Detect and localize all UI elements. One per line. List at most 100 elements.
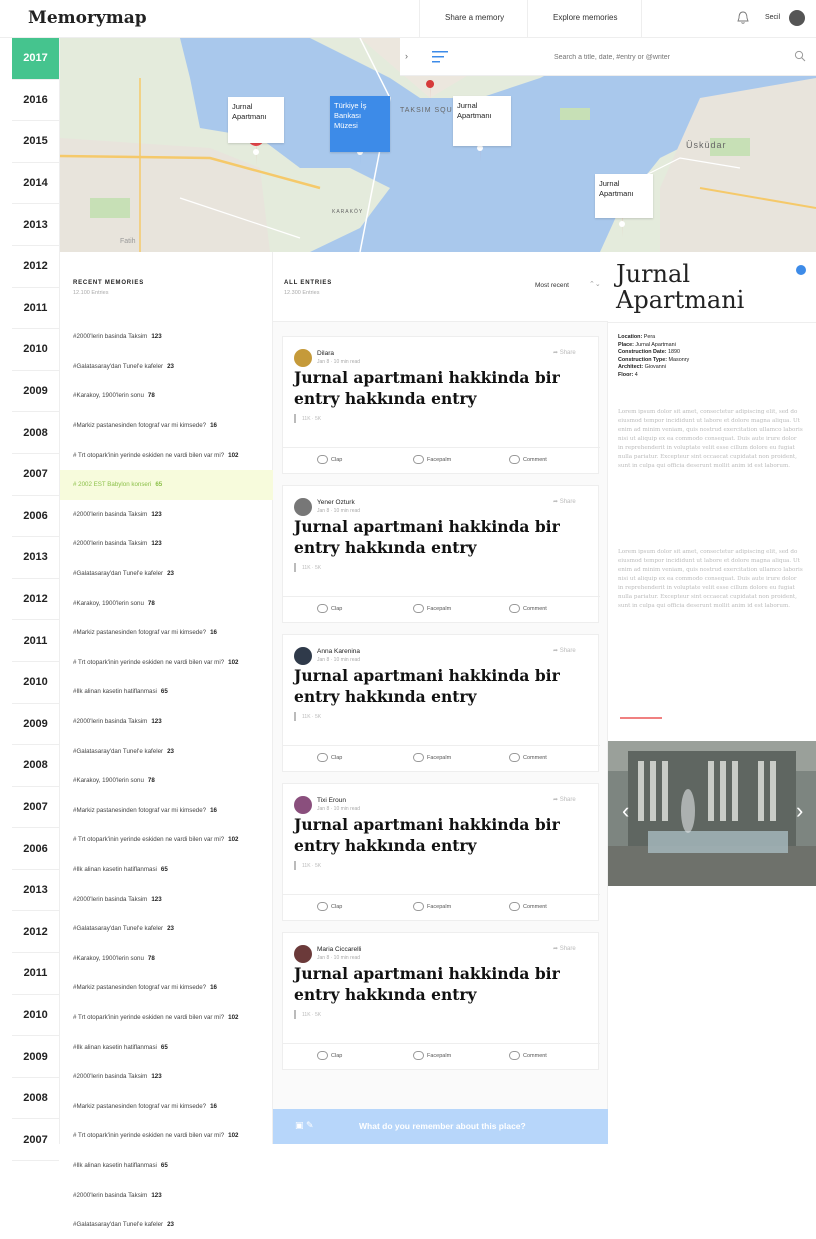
year-item-2016[interactable]: 2016 [12, 80, 59, 122]
memory-list-item[interactable]: #Karakoy, 1900'lerin sonu 78 [60, 766, 273, 796]
author-name[interactable]: Dilara [317, 350, 334, 357]
facepalm-button[interactable]: Facepalm [413, 753, 451, 762]
year-item-2013[interactable]: 2013 [12, 204, 59, 246]
chevron-right-icon[interactable]: › [405, 51, 408, 61]
share-button[interactable]: ➦ Share [553, 796, 576, 803]
entry-card[interactable]: Maria Ciccarelli Jan 8 · 10 min read ➦ Sha… [282, 932, 600, 1070]
memory-list-item[interactable]: #Galatasaray'dan Tunel'e kafeler 23 [60, 352, 273, 382]
facepalm-button[interactable]: Facepalm [413, 902, 451, 911]
map-pin-label-2[interactable]: Türkiye İş Bankası Müzesi [330, 96, 390, 152]
year-item-2010[interactable]: 2010 [12, 662, 59, 704]
entry-card[interactable]: Tixi Eroun Jan 8 · 10 min read ➦ Share Jurn… [282, 783, 600, 921]
memory-list-item[interactable]: #Karakoy, 1900'lerin sonu 78 [60, 943, 273, 973]
carousel-prev-icon[interactable]: ‹ [622, 798, 629, 824]
year-item-2015[interactable]: 2015 [12, 121, 59, 163]
year-item-2011[interactable]: 2011 [12, 288, 59, 330]
memory-list-item[interactable]: #Ilk alinan kasetin hatiflanmasi 65 [60, 1032, 273, 1062]
user-avatar[interactable] [789, 10, 805, 26]
entry-card[interactable]: Yener Ozturk Jan 8 · 10 min read ➦ Share Ju… [282, 485, 600, 623]
share-button[interactable]: ➦ Share [553, 349, 576, 356]
map-pin-label-4[interactable]: Jurnal Apartmanı [595, 174, 653, 218]
year-item-2010[interactable]: 2010 [12, 329, 59, 371]
memory-list-item[interactable]: #Galatasaray'dan Tunel'e kafeler 23 [60, 1210, 273, 1239]
year-item-2012[interactable]: 2012 [12, 911, 59, 954]
sort-chevron-icon[interactable]: ⌃⌄ [589, 280, 601, 288]
compose-placeholder[interactable]: What do you remember about this place? [359, 1121, 526, 1131]
entry-card[interactable]: Anna Karenina Jan 8 · 10 min read ➦ Share J… [282, 634, 600, 772]
author-name[interactable]: Yener Ozturk [317, 499, 355, 506]
memory-list-item[interactable]: #Karakoy, 1900'lerin sonu 78 [60, 381, 273, 411]
entry-title[interactable]: Jurnal apartmani hakkinda bir entry hakk… [294, 516, 584, 558]
year-item-2008[interactable]: 2008 [12, 412, 59, 454]
author-avatar[interactable] [294, 945, 312, 963]
year-item-2006[interactable]: 2006 [12, 496, 59, 538]
entry-card[interactable]: Dilara Jan 8 · 10 min read ➦ Share Jurnal a… [282, 336, 600, 474]
year-item-2013[interactable]: 2013 [12, 537, 59, 579]
sort-select[interactable]: Most recent [535, 282, 569, 289]
year-item-2007[interactable]: 2007 [12, 454, 59, 496]
entry-title[interactable]: Jurnal apartmani hakkinda bir entry hakk… [294, 665, 584, 707]
memory-list-item[interactable]: #2000'lerin basinda Taksim 123 [60, 1062, 273, 1092]
memory-list-item[interactable]: #Galatasaray'dan Tunel'e kafeler 23 [60, 914, 273, 944]
share-button[interactable]: ➦ Share [553, 498, 576, 505]
memory-list-item[interactable]: #2000'lerin basinda Taksim 123 [60, 529, 273, 559]
memory-list-item[interactable]: #2000'lerin basinda Taksim 123 [60, 707, 273, 737]
year-item-2008[interactable]: 2008 [12, 745, 59, 787]
comment-button[interactable]: Comment [509, 753, 547, 762]
map-pin-label-3[interactable]: Jurnal Apartmanı [453, 96, 511, 146]
share-button[interactable]: ➦ Share [553, 945, 576, 952]
year-item-2012[interactable]: 2012 [12, 579, 59, 621]
memory-list-item[interactable]: # Trt otopark'inin yerinde eskiden ne va… [60, 440, 273, 470]
memory-list-item[interactable]: #Galatasaray'dan Tunel'e kafeler 23 [60, 559, 273, 589]
memory-list-item[interactable]: #2000'lerin basinda Taksim 123 [60, 884, 273, 914]
clap-button[interactable]: Clap [317, 753, 342, 762]
year-item-2011[interactable]: 2011 [12, 620, 59, 662]
comment-button[interactable]: Comment [509, 604, 547, 613]
facepalm-button[interactable]: Facepalm [413, 1051, 451, 1060]
author-name[interactable]: Anna Karenina [317, 648, 360, 655]
comment-button[interactable]: Comment [509, 902, 547, 911]
author-avatar[interactable] [294, 647, 312, 665]
share-memory-link[interactable]: Share a memory [445, 13, 504, 22]
memory-list-item[interactable]: # Trt otopark'inin yerinde eskiden ne va… [60, 825, 273, 855]
comment-button[interactable]: Comment [509, 1051, 547, 1060]
memory-list-item[interactable]: #Ilk alinan kasetin hatiflanmasi 65 [60, 1151, 273, 1181]
compose-bar[interactable]: ▣ ✎ What do you remember about this plac… [273, 1109, 608, 1144]
clap-button[interactable]: Clap [317, 902, 342, 911]
comment-button[interactable]: Comment [509, 455, 547, 464]
memory-list-item[interactable]: #Markiz pastanesinden fotograf var mi ki… [60, 411, 273, 441]
author-name[interactable]: Tixi Eroun [317, 797, 346, 804]
memory-list-item[interactable]: #2000'lerin basinda Taksim 123 [60, 500, 273, 530]
year-item-2017[interactable]: 2017 [12, 38, 59, 80]
facepalm-button[interactable]: Facepalm [413, 604, 451, 613]
entry-title[interactable]: Jurnal apartmani hakkinda bir entry hakk… [294, 814, 584, 856]
entry-title[interactable]: Jurnal apartmani hakkinda bir entry hakk… [294, 963, 584, 1005]
author-name[interactable]: Maria Ciccarelli [317, 946, 361, 953]
place-photo-carousel[interactable]: ‹ › [608, 741, 816, 886]
memory-list-item[interactable]: #Galatasaray'dan Tunel'e kafeler 23 [60, 736, 273, 766]
memory-list-item[interactable]: #Markiz pastanesinden fotograf var mi ki… [60, 618, 273, 648]
carousel-next-icon[interactable]: › [796, 798, 803, 824]
notification-bell-icon[interactable] [737, 11, 749, 25]
year-item-2010[interactable]: 2010 [12, 995, 59, 1037]
author-avatar[interactable] [294, 349, 312, 367]
entry-title[interactable]: Jurnal apartmani hakkinda bir entry hakk… [294, 367, 584, 409]
year-item-2007[interactable]: 2007 [12, 1119, 59, 1162]
clap-button[interactable]: Clap [317, 604, 342, 613]
share-button[interactable]: ➦ Share [553, 647, 576, 654]
search-input[interactable] [462, 49, 762, 65]
year-item-2007[interactable]: 2007 [12, 787, 59, 829]
app-logo[interactable]: Memorymap [28, 8, 147, 28]
memory-list-item[interactable]: #Ilk alinan kasetin hatiflanmasi 65 [60, 855, 273, 885]
search-icon[interactable] [794, 50, 806, 62]
memory-list-item[interactable]: # Trt otopark'inin yerinde eskiden ne va… [60, 1121, 273, 1151]
year-item-2008[interactable]: 2008 [12, 1078, 59, 1120]
author-avatar[interactable] [294, 498, 312, 516]
memory-list-item[interactable]: # Trt otopark'inin yerinde eskiden ne va… [60, 1003, 273, 1033]
map-pin-label-1[interactable]: Jurnal Apartmanı [228, 97, 284, 143]
compose-photo-pencil-icon[interactable]: ▣ ✎ [295, 1120, 314, 1131]
filter-menu-icon[interactable] [432, 51, 448, 63]
explore-memories-link[interactable]: Explore memories [553, 13, 617, 22]
year-item-2006[interactable]: 2006 [12, 828, 59, 870]
year-item-2009[interactable]: 2009 [12, 704, 59, 746]
